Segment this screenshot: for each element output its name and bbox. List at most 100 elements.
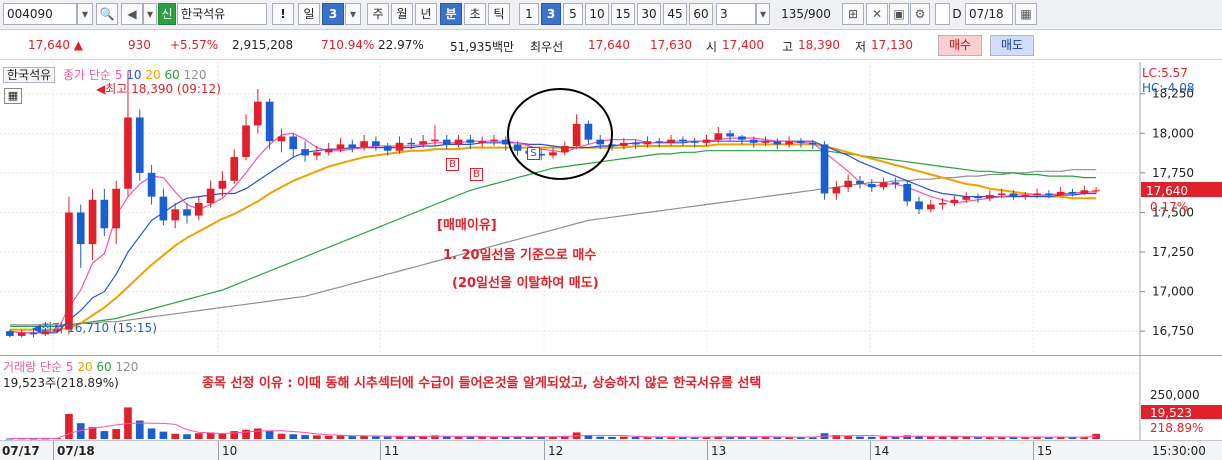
volume-legend-title: 거래량 단순 bbox=[3, 360, 63, 374]
candle-body bbox=[289, 136, 298, 150]
price-chart[interactable]: 18,25018,00017,75017,50017,25017,00016,7… bbox=[0, 62, 1222, 355]
x-label: 13 bbox=[711, 444, 727, 458]
candle-body bbox=[395, 142, 404, 151]
period-day-count[interactable]: 3 bbox=[322, 3, 344, 25]
candle-body bbox=[230, 157, 239, 181]
save-icon[interactable]: ▣ bbox=[889, 3, 909, 25]
chevron-down-icon[interactable]: ▾ bbox=[345, 3, 361, 25]
buy-button[interactable]: 매수 bbox=[938, 35, 982, 56]
chevron-down-icon[interactable]: ▾ bbox=[756, 3, 770, 25]
candle-body bbox=[856, 180, 864, 184]
candle-body bbox=[761, 141, 770, 143]
toolbar: 004090 ▾ 🔍 ◀ ▾ 신 한국석유 ! 일 3 ▾ 주 월 년 분 초 … bbox=[0, 0, 1222, 30]
interval-field[interactable]: 3 bbox=[716, 3, 756, 25]
chart-settings-icon[interactable]: ⊞ bbox=[842, 3, 864, 25]
candle-body bbox=[1033, 193, 1041, 196]
candle-body bbox=[974, 196, 982, 199]
speaker-icon[interactable]: ◀ bbox=[121, 3, 143, 25]
indicator-icon[interactable]: ✕ bbox=[866, 3, 888, 25]
candle-body bbox=[808, 142, 817, 145]
interval-15-button[interactable]: 15 bbox=[611, 3, 635, 25]
chevron-down-icon[interactable]: ▾ bbox=[77, 3, 93, 25]
candle-body bbox=[124, 117, 132, 189]
search-icon[interactable]: 🔍 bbox=[96, 3, 118, 25]
best-ask: 17,640 bbox=[588, 38, 630, 52]
volume-bar bbox=[100, 431, 109, 439]
current-volume-label: 19,523 bbox=[1150, 406, 1192, 420]
interval-10-button[interactable]: 10 bbox=[585, 3, 609, 25]
volume-bar bbox=[466, 436, 475, 439]
x-label: 07/18 bbox=[57, 444, 95, 458]
turnover-ratio: 22.97% bbox=[378, 38, 424, 52]
volume-bar bbox=[360, 435, 368, 439]
chevron-down-icon[interactable]: ▾ bbox=[143, 3, 157, 25]
low-label: 저 bbox=[855, 40, 867, 54]
candle-body bbox=[313, 152, 321, 156]
date-field[interactable]: 07/18 bbox=[965, 3, 1013, 25]
volume-bar bbox=[631, 436, 640, 439]
selection-reason: 종목 선정 이유 : 이때 동해 시추섹터에 수급이 들어온것을 알게되었고, … bbox=[202, 376, 762, 391]
candle-body bbox=[950, 199, 959, 203]
period-week-button[interactable]: 주 bbox=[367, 3, 389, 25]
candle-body bbox=[997, 193, 1006, 196]
stock-name-field[interactable]: 한국석유 bbox=[177, 3, 267, 25]
trade-value: 51,935백만 bbox=[450, 40, 515, 54]
candle-body bbox=[17, 332, 26, 336]
date-checkbox[interactable] bbox=[935, 3, 950, 25]
volume-bar bbox=[407, 436, 416, 439]
candle-body bbox=[915, 201, 923, 210]
low-price: 17,130 bbox=[871, 38, 913, 52]
period-year-button[interactable]: 년 bbox=[415, 3, 437, 25]
period-month-button[interactable]: 월 bbox=[391, 3, 413, 25]
stock-code-input[interactable]: 004090 bbox=[3, 3, 77, 25]
period-day-button[interactable]: 일 bbox=[298, 3, 320, 25]
period-minute-button[interactable]: 분 bbox=[440, 3, 462, 25]
volume-bar bbox=[620, 436, 628, 439]
legend-stock-name[interactable]: 한국석유 bbox=[3, 67, 56, 83]
candle-body bbox=[88, 199, 97, 245]
time-axis: 07/17 07/18 10 11 12 13 14 15 15:30:00 bbox=[0, 440, 1222, 460]
interval-5-button[interactable]: 5 bbox=[563, 3, 583, 25]
candle-body bbox=[6, 331, 14, 336]
interval-60-button[interactable]: 60 bbox=[689, 3, 713, 25]
high-price: 18,390 bbox=[798, 38, 840, 52]
candle-body bbox=[324, 149, 333, 153]
sell-button[interactable]: 매도 bbox=[990, 35, 1034, 56]
volume-bar bbox=[265, 431, 274, 439]
candle-body bbox=[466, 139, 475, 143]
interval-45-button[interactable]: 45 bbox=[663, 3, 687, 25]
price-tick-label: 17,750 bbox=[1152, 166, 1194, 180]
gear-icon[interactable]: ⚙ bbox=[910, 3, 930, 25]
table-icon[interactable]: ▦ bbox=[4, 88, 22, 104]
x-label: 12 bbox=[548, 444, 564, 458]
volume-bar bbox=[844, 435, 852, 439]
volume-legend-60: 60 bbox=[96, 360, 112, 374]
volume-chart[interactable] bbox=[0, 355, 1222, 440]
candle-body bbox=[454, 139, 463, 145]
buy-signal-marker: B bbox=[446, 158, 459, 171]
candle-body bbox=[1009, 193, 1018, 197]
calendar-icon[interactable]: ▦ bbox=[1015, 3, 1037, 25]
alert-button[interactable]: ! bbox=[272, 3, 294, 25]
candle-body bbox=[785, 141, 793, 145]
candle-body bbox=[372, 141, 380, 146]
candle-body bbox=[938, 202, 947, 205]
candle-body bbox=[1080, 190, 1089, 194]
volume-legend-5: 5 bbox=[65, 360, 74, 374]
volume-bar bbox=[372, 436, 380, 439]
price-change: 930 bbox=[128, 38, 151, 52]
period-tick-button[interactable]: 틱 bbox=[488, 3, 510, 25]
bar-count: 135/900 bbox=[781, 7, 831, 21]
volume-bar bbox=[454, 436, 463, 439]
candle-body bbox=[1068, 191, 1077, 194]
date-checkbox-label: D bbox=[952, 7, 962, 21]
candle-body bbox=[112, 188, 120, 229]
arrow-left-icon: ◀ bbox=[32, 321, 42, 335]
lc-label: LC:5.57 bbox=[1142, 66, 1188, 80]
interval-30-button[interactable]: 30 bbox=[637, 3, 661, 25]
period-second-button[interactable]: 초 bbox=[464, 3, 486, 25]
volume-bar bbox=[997, 437, 1006, 439]
interval-3-button[interactable]: 3 bbox=[541, 3, 561, 25]
interval-1-button[interactable]: 1 bbox=[519, 3, 539, 25]
candle-body bbox=[879, 182, 888, 188]
